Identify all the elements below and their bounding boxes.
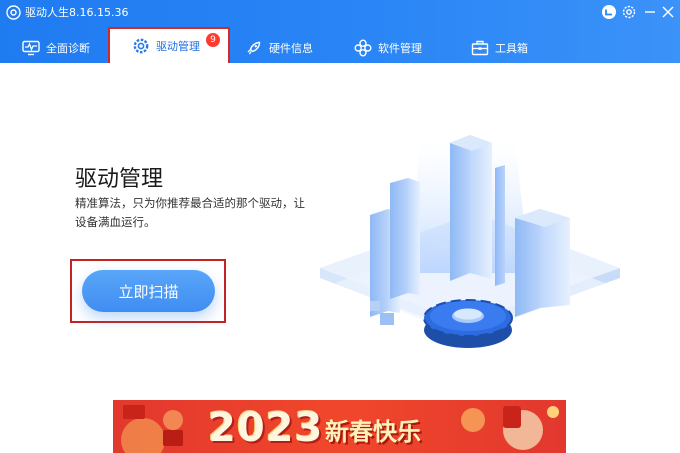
title-bar: 驱动人生8.16.15.36 xyxy=(0,0,680,26)
minimize-button[interactable] xyxy=(641,3,659,21)
settings-gear-icon[interactable] xyxy=(620,3,638,21)
close-button[interactable] xyxy=(659,3,677,21)
page-description: 精准算法，只为你推荐最合适的那个驱动，让设备满血运行。 xyxy=(75,196,305,229)
driver-illustration xyxy=(300,123,640,363)
main-content: 驱动管理 精准算法，只为你推荐最合适的那个驱动，让设备满血运行。 立即扫描 20… xyxy=(0,63,680,453)
tab-label: 硬件信息 xyxy=(269,42,313,55)
app-logo-icon xyxy=(6,5,21,20)
help-icon[interactable] xyxy=(600,3,618,21)
new-year-banner[interactable]: 2023 新春快乐 xyxy=(113,400,566,453)
tab-software-management[interactable]: 软件管理 xyxy=(354,33,422,63)
tab-driver-management[interactable]: 驱动管理 9 xyxy=(108,27,230,65)
monitor-icon xyxy=(22,39,40,57)
banner-year: 2023 xyxy=(208,405,324,451)
rocket-icon xyxy=(245,39,263,57)
apps-grid-icon xyxy=(354,39,372,57)
top-bar: 驱动人生8.16.15.36 全面诊断 驱动管理 9 硬件信息 软件管理 工具箱 xyxy=(0,0,680,65)
scan-now-button[interactable]: 立即扫描 xyxy=(82,270,215,312)
banner-greeting: 新春快乐 xyxy=(325,418,421,446)
tab-label: 驱动管理 xyxy=(156,40,200,53)
tab-label: 工具箱 xyxy=(495,42,528,55)
toolbox-icon xyxy=(471,39,489,57)
update-count-badge: 9 xyxy=(206,33,220,47)
page-title: 驱动管理 xyxy=(75,167,164,192)
tab-label: 软件管理 xyxy=(378,42,422,55)
window-title: 驱动人生8.16.15.36 xyxy=(25,6,129,19)
tab-label: 全面诊断 xyxy=(46,42,90,55)
tab-full-diagnosis[interactable]: 全面诊断 xyxy=(22,33,90,63)
tab-toolbox[interactable]: 工具箱 xyxy=(471,33,528,63)
tab-hardware-info[interactable]: 硬件信息 xyxy=(245,33,313,63)
gear-icon xyxy=(132,37,150,55)
